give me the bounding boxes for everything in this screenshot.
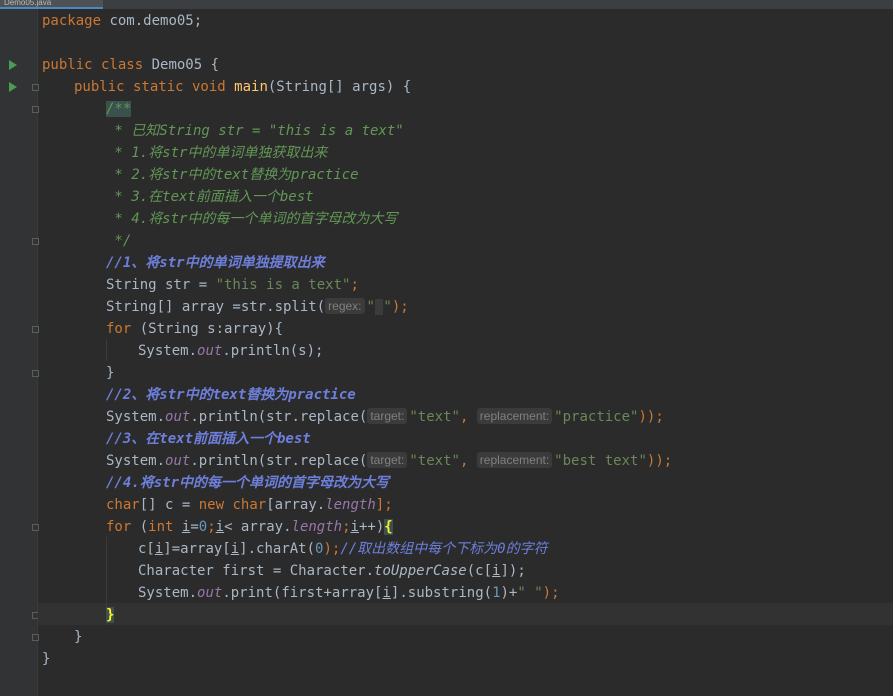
- code-line-6: * 已知String str = "this is a text": [106, 123, 404, 139]
- code-line-25: c[i]=array[i].charAt(0);//取出数组中每个下标为0的字符: [138, 541, 548, 557]
- code-line-10: * 4.将str中的每一个单词的首字母改为大写: [106, 211, 398, 227]
- param-hint: replacement:: [476, 452, 553, 468]
- code-line-9: * 3.在text前面插入一个best: [106, 189, 314, 205]
- code-line-14: String[] array =str.split(regex: " ");: [106, 298, 409, 315]
- param-hint: target:: [367, 408, 408, 424]
- code-line-22: //4.将str中的每一个单词的首字母改为大写: [106, 475, 389, 491]
- code-line-13: String str = "this is a text";: [106, 277, 359, 293]
- code-line-15: for (String s:array){: [106, 321, 284, 337]
- param-hint: regex:: [325, 298, 365, 314]
- code-line-26: Character first = Character.toUpperCase(…: [138, 563, 526, 579]
- code-line-16: System.out.println(s);: [138, 343, 324, 359]
- code-line-29: }: [74, 629, 83, 645]
- param-hint: target:: [367, 452, 408, 468]
- code-line-27: System.out.print(first+array[i].substrin…: [138, 585, 560, 601]
- matching-brace: }: [106, 607, 115, 623]
- code-line-28: }: [106, 604, 115, 626]
- indent-guide: [106, 339, 107, 361]
- matching-brace: {: [384, 519, 393, 535]
- editor-tab-bar: Demo05.java: [0, 0, 893, 9]
- code-line-11: */: [106, 233, 132, 249]
- code-line-30: }: [42, 651, 51, 667]
- code-line-7: * 1.将str中的单词单独获取出来: [106, 145, 328, 161]
- code-line-21: System.out.println(str.replace(target: "t…: [106, 452, 673, 469]
- line-gutter: [0, 9, 39, 696]
- code-line-1: package com.demo05;: [42, 13, 203, 29]
- run-class-icon[interactable]: [9, 60, 17, 70]
- file-tab[interactable]: Demo05.java: [0, 0, 103, 9]
- code-line-18: //2、将str中的text替换为practice: [106, 387, 356, 403]
- run-main-icon[interactable]: [9, 82, 17, 92]
- code-line-24: for (int i=0;i< array.length;i++){: [106, 519, 393, 535]
- code-line-8: * 2.将str中的text替换为practice: [106, 167, 359, 183]
- code-line-20: //3、在text前面插入一个best: [106, 431, 311, 447]
- code-line-17: }: [106, 365, 115, 381]
- code-line-12: //1、将str中的单词单独提取出来: [106, 255, 325, 271]
- code-line-4: public static void main(String[] args) {: [74, 79, 412, 95]
- param-hint: replacement:: [476, 408, 553, 424]
- code-editor[interactable]: package com.demo05; public class Demo05 …: [38, 9, 893, 696]
- code-line-3: public class Demo05 {: [42, 57, 220, 73]
- code-line-23: char[] c = new char[array.length];: [106, 497, 393, 513]
- code-line-5: /**: [106, 101, 132, 117]
- code-line-19: System.out.println(str.replace(target: "t…: [106, 408, 664, 425]
